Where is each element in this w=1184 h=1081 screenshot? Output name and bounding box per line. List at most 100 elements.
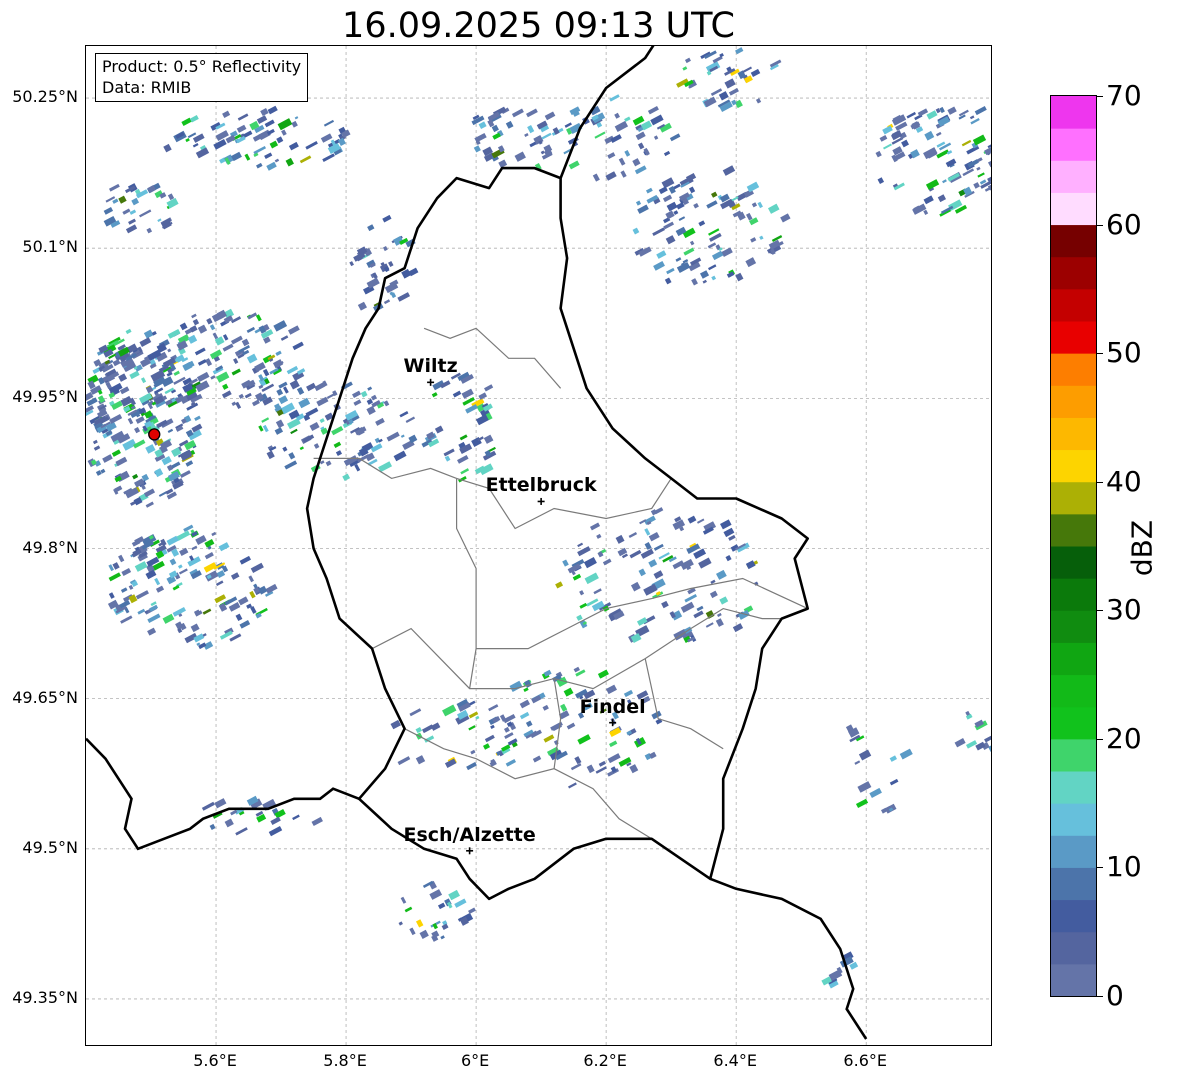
radar-echo-cell <box>192 318 200 326</box>
canton-border <box>404 728 653 840</box>
radar-echo-cell <box>400 434 405 438</box>
radar-echo-cell <box>966 740 978 749</box>
radar-echo-cell <box>654 507 664 515</box>
radar-echo-cell <box>239 555 252 565</box>
radar-echo-cell <box>589 522 601 531</box>
radar-echo-cell <box>745 560 756 570</box>
radar-echo-cell <box>195 380 210 393</box>
radar-echo-cell <box>275 419 285 429</box>
radar-echo-cell <box>637 142 645 150</box>
radar-echo-cell <box>666 267 675 275</box>
radar-echo-cell <box>596 533 602 539</box>
colorbar-swatch <box>1051 674 1096 708</box>
lon-tick-label: 6.6°E <box>843 1051 887 1070</box>
radar-echo-cell <box>716 612 722 618</box>
radar-echo-cell <box>108 183 120 192</box>
radar-echo-cell <box>366 405 376 416</box>
radar-echo-cell <box>305 141 318 150</box>
radar-echo-cell <box>291 120 298 128</box>
radar-echo-cell <box>333 441 342 449</box>
colorbar-tick-mark <box>1097 867 1103 869</box>
radar-echo-cell <box>154 468 164 478</box>
colorbar-unit-label: dBZ <box>1125 519 1159 577</box>
radar-echo-cell <box>167 348 172 353</box>
radar-echoes <box>86 47 991 989</box>
radar-echo-cell <box>479 463 494 476</box>
radar-echo-cell <box>146 227 153 234</box>
radar-echo-cell <box>987 174 991 183</box>
radar-echo-cell <box>504 732 514 739</box>
radar-echo-cell <box>239 620 251 629</box>
radar-echo-cell <box>280 335 289 341</box>
product-label: Product: 0.5° Reflectivity <box>102 57 302 76</box>
colorbar-swatch <box>1051 417 1096 451</box>
radar-echo-cell <box>235 613 243 621</box>
radar-echo-cell <box>357 301 367 311</box>
radar-echo-cell <box>244 153 251 161</box>
radar-echo-cell <box>397 292 411 302</box>
radar-echo-cell <box>899 748 913 760</box>
radar-echo-cell <box>249 590 256 599</box>
radar-echo-cell <box>906 111 917 119</box>
radar-echo-cell <box>563 687 574 697</box>
radar-echo-cell <box>283 386 289 394</box>
radar-echo-cell <box>157 218 162 222</box>
radar-echo-cell <box>755 98 762 104</box>
lon-tick-label: 5.6°E <box>193 1051 237 1070</box>
radar-echo-cell <box>984 146 991 156</box>
radar-echo-cell <box>718 91 729 101</box>
radar-echo-cell <box>441 923 449 930</box>
radar-echo-cell <box>288 141 299 151</box>
radar-echo-cell <box>602 558 612 566</box>
radar-echo-cell <box>382 214 392 223</box>
radar-echo-cell <box>292 341 304 351</box>
radar-echo-cell <box>269 140 279 149</box>
radar-echo-cell <box>132 473 139 480</box>
radar-echo-cell <box>273 320 288 332</box>
radar-echo-cell <box>676 202 685 210</box>
radar-echo-cell <box>248 575 254 583</box>
radar-echo-cell <box>484 734 495 743</box>
radar-echo-cell <box>490 724 495 730</box>
radar-echo-cell <box>653 543 664 551</box>
radar-echo-cell <box>478 121 487 130</box>
radar-echo-cell <box>147 627 157 636</box>
colorbar-swatch <box>1051 513 1096 547</box>
radar-echo-cell <box>579 602 588 609</box>
radar-echo-cell <box>664 277 672 285</box>
radar-echo-cell <box>236 124 247 133</box>
radar-echo-cell <box>398 921 403 926</box>
colorbar-tick-mark <box>1097 96 1103 97</box>
colorbar-swatch <box>1051 610 1096 643</box>
radar-echo-cell <box>231 401 237 406</box>
radar-echo-cell <box>335 450 343 456</box>
colorbar-swatch <box>1051 160 1096 193</box>
radar-echo-cell <box>630 581 641 592</box>
radar-echo-cell <box>145 501 154 508</box>
radar-echo-cell <box>577 734 591 745</box>
colorbar-swatch <box>1051 931 1096 965</box>
radar-echo-cell <box>311 816 323 827</box>
radar-echo-cell <box>250 606 257 614</box>
colorbar-tick-label: 0 <box>1106 979 1124 1012</box>
lat-tick-label: 49.5°N <box>22 837 78 857</box>
radar-echo-cell <box>222 110 231 118</box>
radar-echo-cell <box>605 171 617 181</box>
radar-echo-cell <box>134 561 148 572</box>
radar-echo-cell <box>286 365 299 375</box>
radar-echo-cell <box>255 314 262 322</box>
radar-echo-cell <box>134 427 141 434</box>
radar-echo-cell <box>696 605 704 612</box>
radar-echo-cell <box>421 724 434 734</box>
radar-echo-cell <box>609 740 618 748</box>
radar-echo-cell <box>665 235 676 245</box>
colorbar-tick-label: 70 <box>1106 79 1142 112</box>
radar-map[interactable]: Product: 0.5° Reflectivity Data: RMIB Wi… <box>85 45 992 1046</box>
radar-echo-cell <box>573 666 580 673</box>
colorbar-tick-mark <box>1097 353 1103 355</box>
radar-echo-cell <box>751 202 758 208</box>
radar-echo-cell <box>947 106 957 115</box>
radar-echo-cell <box>638 568 646 577</box>
radar-echo-cell <box>532 755 542 763</box>
radar-echo-cell <box>415 727 423 734</box>
